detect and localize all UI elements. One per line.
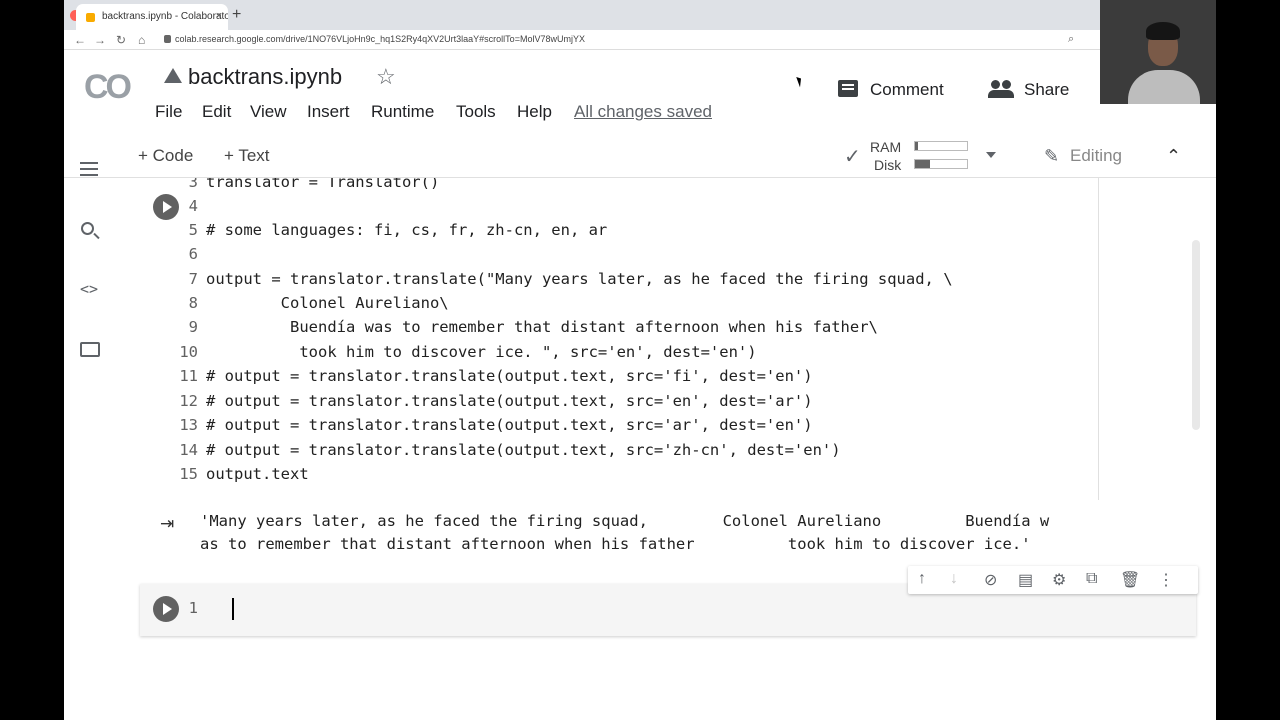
code-line: 14 # output = translator.translate(output… <box>179 441 841 459</box>
colab-favicon-icon <box>86 13 95 22</box>
people-icon <box>988 80 1014 98</box>
address-bar: ← → ↻ ⌂ colab.research.google.com/drive/… <box>64 30 1216 50</box>
back-icon[interactable]: ← <box>74 33 86 47</box>
webcam-overlay <box>1100 0 1216 104</box>
menu-edit[interactable]: Edit <box>202 102 231 122</box>
menu-tools[interactable]: Tools <box>456 102 496 122</box>
tab-title: backtrans.ipynb - Colaborato <box>102 11 228 22</box>
code-line: 5 # some languages: fi, cs, fr, zh-cn, en… <box>188 221 608 239</box>
code-line: 3 translator = Translator() <box>188 178 440 191</box>
menu-insert[interactable]: Insert <box>307 102 350 122</box>
code-line: 10 took him to discover ice. ", src='en'… <box>179 343 757 361</box>
notebook-toolbar: + Code + Text ✓ RAM Disk ✎ Editing ⌃ <box>64 136 1216 178</box>
collapse-header-icon[interactable]: ⌃ <box>1166 146 1181 167</box>
ram-usage-bar <box>914 141 968 151</box>
mirror-cell-icon[interactable]: ⧉ <box>1086 570 1097 588</box>
cell-settings-icon[interactable]: ⚙ <box>1052 570 1066 590</box>
move-cell-up-icon[interactable]: ↑ <box>918 570 926 588</box>
more-actions-icon[interactable]: ⋮ <box>1158 570 1174 590</box>
zoom-icon[interactable]: ⌕ <box>1068 33 1074 46</box>
resources-dropdown-icon[interactable] <box>986 152 996 158</box>
editing-mode-label[interactable]: Editing <box>1070 146 1122 166</box>
cell-toolbar: ↑ ↓ ⊘ ▤ ⚙ ⧉ 🗑 ⋮ <box>908 566 1198 594</box>
disk-label: Disk <box>874 157 902 173</box>
move-cell-down-icon[interactable]: ↓ <box>950 570 958 588</box>
code-line: 11 # output = translator.translate(output… <box>179 367 813 385</box>
star-icon[interactable]: ☆ <box>376 64 396 90</box>
code-line: 13 # output = translator.translate(output… <box>179 416 813 434</box>
drive-icon[interactable] <box>164 68 182 83</box>
add-text-cell-button[interactable]: + Text <box>224 146 270 166</box>
share-label: Share <box>1024 80 1070 99</box>
table-of-contents-icon[interactable] <box>80 162 98 180</box>
output-text-line: 'Many years later, as he faced the firin… <box>200 512 1050 530</box>
url-text: colab.research.google.com/drive/1NO76VLj… <box>175 34 585 44</box>
code-line: 4 <box>188 197 198 215</box>
delete-cell-icon[interactable]: 🗑 <box>1120 570 1140 590</box>
text-cursor <box>232 598 234 620</box>
tab-bar: backtrans.ipynb - Colaborato × + <box>64 0 1216 30</box>
browser-window: backtrans.ipynb - Colaborato × + ← → ↻ ⌂… <box>64 0 1216 720</box>
cell-scroll-edge <box>1098 178 1099 500</box>
connected-check-icon: ✓ <box>844 146 861 168</box>
browser-tab[interactable]: backtrans.ipynb - Colaborato × <box>76 4 228 30</box>
page-scrollbar[interactable] <box>1192 240 1200 430</box>
tab-close-icon[interactable]: × <box>216 10 222 22</box>
code-line: 8 Colonel Aureliano\ <box>188 294 449 312</box>
forward-icon[interactable]: → <box>94 33 106 47</box>
empty-cell-line-number: 1 <box>188 599 198 617</box>
colab-logo[interactable]: CO <box>84 68 132 107</box>
share-button[interactable]: Share <box>988 80 1069 100</box>
menu-runtime[interactable]: Runtime <box>371 102 434 122</box>
code-line: 6 <box>188 245 198 263</box>
code-cell-editor[interactable]: 3 translator = Translator() 4 5 # some lan… <box>154 178 1100 500</box>
add-code-cell-button[interactable]: + Code <box>138 146 193 166</box>
comment-label: Comment <box>870 80 944 99</box>
menu-help[interactable]: Help <box>517 102 552 122</box>
ram-label: RAM <box>870 139 902 155</box>
code-line: 7 output = translator.translate("Many yea… <box>188 270 953 288</box>
notebook-title[interactable]: backtrans.ipynb <box>188 64 342 90</box>
output-text-line: as to remember that distant afternoon wh… <box>200 535 1031 553</box>
code-snippets-icon[interactable]: <> <box>80 280 98 298</box>
files-folder-icon[interactable] <box>80 342 100 357</box>
code-line: 12 # output = translator.translate(output… <box>179 392 813 410</box>
search-icon[interactable] <box>81 222 94 235</box>
menu-file[interactable]: File <box>155 102 182 122</box>
comment-icon <box>838 80 858 97</box>
lock-icon <box>164 35 171 43</box>
save-status-link[interactable]: All changes saved <box>574 102 712 122</box>
disk-usage-bar <box>914 159 968 169</box>
menu-view[interactable]: View <box>250 102 287 122</box>
clear-output-icon[interactable]: ⇥ <box>160 514 174 534</box>
link-to-cell-icon[interactable]: ⊘ <box>984 570 997 590</box>
code-line: 15 output.text <box>179 465 309 483</box>
mouse-pointer-icon <box>796 75 804 88</box>
reload-icon[interactable]: ↻ <box>116 33 126 47</box>
new-tab-button[interactable]: + <box>232 6 241 24</box>
url-field[interactable]: colab.research.google.com/drive/1NO76VLj… <box>164 34 585 44</box>
comment-button[interactable]: Comment <box>838 80 944 100</box>
add-comment-icon[interactable]: ▤ <box>1018 570 1033 590</box>
pencil-icon: ✎ <box>1044 146 1060 166</box>
home-icon[interactable]: ⌂ <box>138 33 145 47</box>
code-line: 9 Buendía was to remember that distant a… <box>188 318 878 336</box>
